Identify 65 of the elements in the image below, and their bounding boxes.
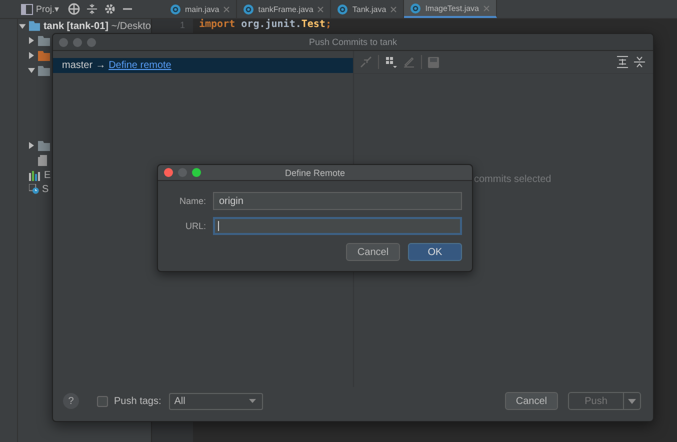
clock-file-icon — [29, 184, 39, 194]
editor-tab[interactable]: main.java — [164, 0, 238, 18]
caret-icon — [249, 399, 256, 403]
collapse-all-icon[interactable] — [634, 56, 645, 68]
ok-button[interactable]: OK — [408, 243, 462, 261]
folder-icon[interactable] — [38, 50, 50, 60]
help-button[interactable]: ? — [63, 393, 79, 409]
arrows-icon[interactable] — [360, 56, 372, 68]
folder-icon — [28, 21, 40, 31]
expand-all-icon[interactable] — [617, 56, 628, 68]
tree-label[interactable]: S — [42, 184, 49, 194]
cancel-button[interactable]: Cancel — [346, 243, 400, 261]
dialog-title: Push Commits to tank — [308, 37, 398, 47]
text-field[interactable]: origin — [213, 192, 462, 210]
branch-row[interactable]: master → Define remote — [53, 58, 353, 73]
tab-label: ImageTest.java — [425, 4, 479, 12]
folder-icon[interactable] — [38, 140, 50, 150]
class-icon — [243, 4, 254, 14]
tab-label: tankFrame.java — [258, 4, 314, 14]
expand-arrow-icon[interactable] — [28, 142, 35, 149]
collapse-icon[interactable] — [86, 3, 98, 15]
class-icon — [170, 4, 181, 14]
expand-arrow-icon[interactable] — [28, 67, 35, 74]
cancel-button[interactable]: Cancel — [504, 392, 558, 410]
class-icon — [337, 4, 348, 14]
branch-name: master — [62, 60, 93, 71]
text-field[interactable] — [213, 217, 462, 235]
editor-tab[interactable]: ImageTest.java — [404, 0, 497, 18]
field-label: Name: — [178, 196, 206, 206]
dialog-title: Define Remote — [284, 168, 346, 178]
zoom-button[interactable] — [192, 168, 201, 177]
gear-icon[interactable] — [104, 3, 116, 15]
tab-label: Tank.java — [352, 4, 386, 14]
folder-icon[interactable] — [38, 36, 50, 46]
save-icon[interactable] — [428, 56, 439, 68]
tree-label[interactable]: tank [tank-01] ~/Deskto — [43, 20, 151, 32]
project-selector[interactable]: Proj.▾ — [36, 4, 60, 14]
caret-icon — [628, 398, 636, 404]
expand-arrow-icon[interactable] — [19, 22, 26, 30]
expand-arrow-icon[interactable] — [28, 37, 35, 44]
tree-label[interactable]: E — [44, 170, 51, 180]
tab-label: main.java — [185, 4, 220, 14]
class-icon — [410, 2, 422, 14]
tags-dropdown[interactable]: All — [169, 392, 264, 410]
folder-icon[interactable] — [38, 66, 50, 76]
pencil-icon[interactable] — [403, 56, 415, 68]
define-remote-link[interactable]: Define remote — [108, 60, 172, 71]
close-button[interactable] — [164, 168, 173, 177]
file-icon[interactable] — [38, 155, 47, 166]
close-icon[interactable] — [390, 6, 398, 12]
grid-icon[interactable] — [385, 56, 397, 68]
empty-message: commits selected — [474, 174, 552, 185]
arrow-text: → — [96, 60, 106, 71]
target-icon[interactable] — [68, 3, 80, 15]
close-icon[interactable] — [317, 6, 324, 12]
window-icon[interactable] — [21, 4, 33, 14]
code-line: import org.junit.Test; — [199, 19, 332, 30]
field-label: URL: — [184, 221, 206, 231]
editor-tab[interactable]: tankFrame.java — [237, 0, 332, 18]
expand-arrow-icon[interactable] — [28, 52, 35, 59]
push-options-button[interactable] — [624, 392, 641, 410]
close-icon[interactable] — [223, 6, 230, 12]
checkbox[interactable] — [97, 396, 108, 406]
push-tags-label: Push tags: — [114, 396, 162, 406]
bar-chart-icon — [29, 170, 41, 180]
